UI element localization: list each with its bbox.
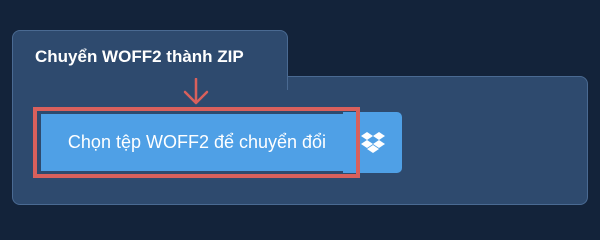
tab-title: Chuyển WOFF2 thành ZIP <box>35 47 244 66</box>
converter-tab: Chuyển WOFF2 thành ZIP <box>12 30 288 90</box>
arrow-down-icon <box>183 78 209 105</box>
dropbox-icon <box>361 132 385 153</box>
choose-file-button[interactable]: Chọn tệp WOFF2 để chuyển đổi <box>41 114 353 171</box>
